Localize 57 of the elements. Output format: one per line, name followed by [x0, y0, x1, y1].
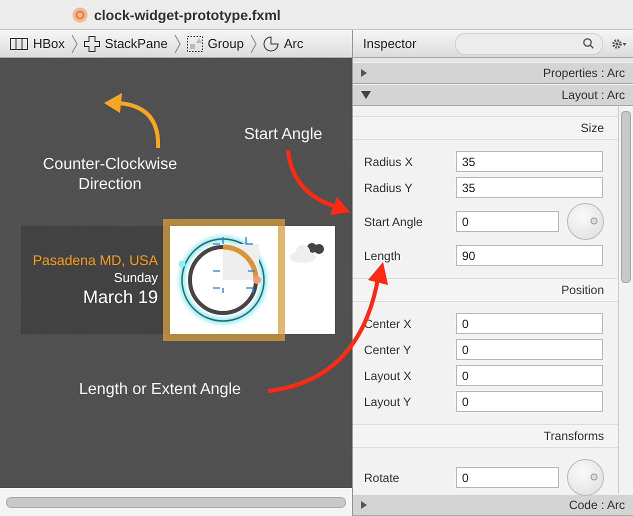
clock-face[interactable] [170, 226, 278, 334]
value-field[interactable]: 0 [456, 211, 559, 232]
panel-title: Inspector [363, 36, 418, 51]
field-label: Start Angle [364, 214, 424, 228]
search-icon [583, 38, 594, 49]
settings-icon[interactable] [611, 38, 627, 50]
day-text: Sunday [114, 270, 158, 285]
field-label: Radius Y [364, 180, 414, 194]
annotation-label: Counter-Clockwise Direction [42, 155, 178, 195]
value-field[interactable]: 35 [456, 151, 603, 172]
expand-icon[interactable] [361, 69, 367, 77]
field-label: Radius X [364, 154, 414, 168]
field-label: Layout X [364, 368, 412, 382]
field-label: Center Y [364, 342, 412, 356]
chevron-icon [250, 34, 257, 54]
knob-icon [590, 473, 598, 481]
annotation-label: Length or Extent Angle [79, 380, 241, 400]
window-title: clock-widget-prototype.fxml [94, 6, 281, 22]
section-header[interactable]: Layout : Arc [353, 84, 633, 106]
value-field[interactable]: 0 [456, 391, 603, 412]
field-label: Length [364, 248, 402, 262]
annotation-label: Start Angle [244, 125, 322, 145]
value-field[interactable]: 90 [456, 245, 603, 266]
field-label: Layout Y [364, 394, 412, 408]
file-icon [72, 6, 88, 22]
search-field[interactable] [455, 32, 603, 54]
breadcrumb-item[interactable]: HBox [8, 36, 67, 51]
cloud-icon [288, 240, 326, 264]
curved-arrow [104, 93, 160, 148]
value-field[interactable]: 35 [456, 177, 603, 198]
cross-icon [84, 36, 100, 52]
section-header[interactable]: Code : Arc [353, 494, 633, 516]
curved-arrow [286, 150, 350, 215]
group-title: Position [561, 283, 604, 297]
section-header[interactable]: Properties : Arc [353, 62, 633, 84]
location-text: Pasadena MD, USA [32, 252, 158, 268]
horizontal-scrollbar[interactable] [6, 496, 346, 508]
collapse-icon[interactable] [361, 91, 371, 99]
knob-icon [590, 217, 598, 225]
value-field[interactable]: 0 [456, 313, 603, 334]
dotted-square-icon [186, 36, 203, 52]
columns-icon [10, 38, 28, 50]
value-field[interactable]: 0 [456, 467, 559, 488]
group-title: Size [580, 121, 604, 135]
expand-icon[interactable] [361, 501, 367, 509]
chevron-icon [174, 34, 181, 54]
group-title: Transforms [544, 429, 604, 443]
breadcrumb-item[interactable]: Arc [260, 36, 306, 52]
value-field[interactable]: 0 [456, 365, 603, 386]
pie-icon [262, 36, 279, 52]
chevron-icon [70, 34, 78, 54]
value-field[interactable]: 0 [456, 339, 603, 360]
scrollbar-thumb[interactable] [621, 111, 631, 283]
date-text: March 19 [82, 287, 158, 308]
breadcrumb-item[interactable]: Group [184, 36, 246, 52]
breadcrumb-item[interactable]: StackPane [82, 36, 170, 52]
field-label: Rotate [364, 470, 400, 484]
